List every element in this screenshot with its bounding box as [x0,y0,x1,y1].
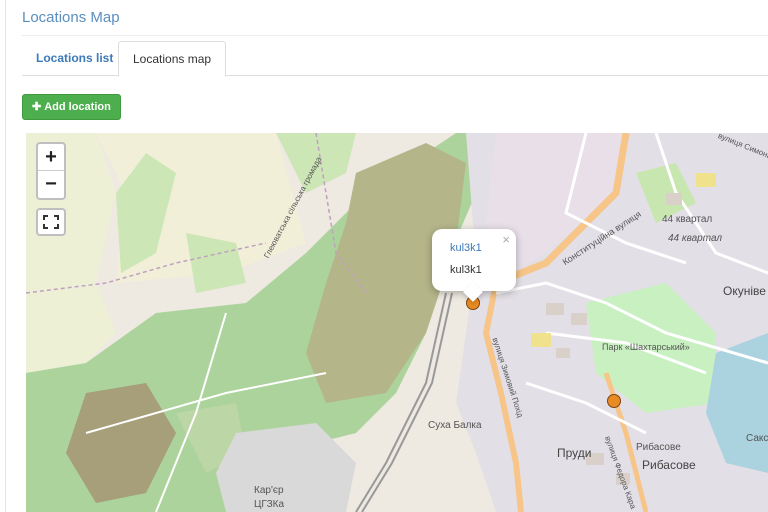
add-location-button[interactable]: ✚ Add location [22,94,121,120]
zoom-in-button[interactable]: + [38,144,64,171]
fullscreen-button[interactable] [36,208,66,236]
zoom-control: + − [36,142,66,200]
marker-popup: × kul3k1 kul3k1 [432,229,516,302]
label-44-kvartal-alt: 44 квартал [668,233,723,244]
add-location-label: Add location [44,101,111,113]
popup-body-text: kul3k1 [450,264,482,276]
plus-icon: ✚ [32,101,42,113]
label-rybasove: Рибасове [642,458,696,472]
label-rybasove-small: Рибасове [636,442,681,453]
tab-locations-map[interactable]: Locations map [118,41,227,77]
main-content: Locations Map Locations list Locations m… [6,0,768,512]
label-sukha-balka: Суха Балка [428,420,482,431]
zoom-out-button[interactable]: − [38,171,64,198]
page-title: Locations Map [22,9,120,26]
popup-title-link[interactable]: kul3k1 [450,242,482,254]
title-divider [22,35,768,36]
label-44-kvartal: 44 квартал [662,214,713,225]
tab-locations-list[interactable]: Locations list [22,41,127,76]
map[interactable]: 44 квартал 44 квартал Окуніве Парк «Шахт… [26,133,768,512]
label-okunive: Окуніве [723,284,766,298]
label-park: Парк «Шахтарський» [602,342,690,352]
fullscreen-icon [43,215,59,229]
popup-close-button[interactable]: × [502,232,510,247]
label-karier: Кар'єр [254,485,284,496]
label-tsgzka: ЦГЗКа [254,499,285,510]
label-saks: Сакс [746,433,768,444]
location-marker[interactable] [607,394,621,408]
map-tiles[interactable] [26,133,768,512]
label-prudy: Пруди [557,446,592,460]
tab-bar: Locations list Locations map [22,41,768,77]
